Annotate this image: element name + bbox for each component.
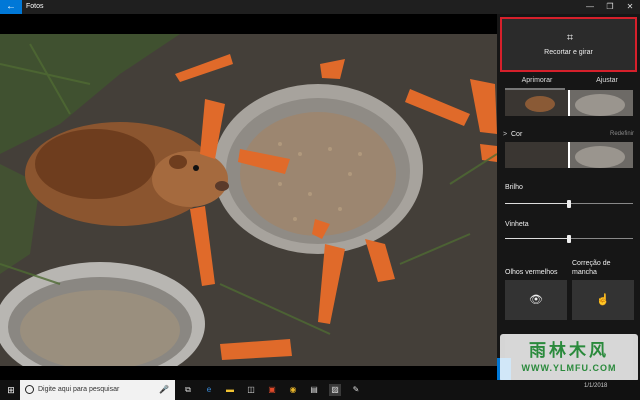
reset-link[interactable]: Redefinir (610, 131, 634, 137)
windows-logo-icon[interactable]: ⊞ (4, 380, 18, 400)
search-icon (25, 385, 34, 394)
crop-rotate-label: Recortar e girar (544, 49, 593, 56)
slider-thumb[interactable] (567, 200, 571, 208)
brightness-slider[interactable] (505, 200, 633, 208)
photo-canvas[interactable] (0, 34, 497, 366)
edge-icon[interactable]: e (203, 384, 215, 396)
red-eye-label: Olhos vermelhos (505, 269, 558, 276)
chevron-right-icon: > (503, 131, 508, 138)
slider-thumb[interactable] (567, 235, 571, 243)
office-icon[interactable]: ▣ (266, 384, 278, 396)
crop-rotate-icon: ⌗ (566, 32, 574, 44)
edit-panel: ⌗ Recortar e girar Aprimorar Ajustar > C… (497, 14, 640, 380)
title-bar: ← Fotos — ❐ ✕ (0, 0, 640, 14)
preview-divider[interactable] (568, 90, 570, 116)
photo-image (0, 34, 497, 366)
eye-icon: 👁 (529, 294, 543, 306)
spot-fix-label: Correção de mancha (572, 260, 611, 276)
search-placeholder: Digite aqui para pesquisar (38, 386, 120, 393)
microphone-icon[interactable]: 🎤 (159, 380, 169, 400)
chrome-icon[interactable]: ◉ (287, 384, 299, 396)
filter-preview[interactable] (505, 90, 633, 116)
crop-rotate-button[interactable]: ⌗ Recortar e girar (500, 17, 637, 72)
photos-icon[interactable]: ▨ (329, 384, 341, 396)
paint-icon[interactable]: ✎ (350, 384, 362, 396)
watermark-url: WWW.YLMFU.COM (521, 363, 617, 373)
vignette-slider[interactable] (505, 235, 633, 243)
color-section-header[interactable]: > Cor Redefinir (503, 131, 634, 141)
app-title: Fotos (26, 3, 44, 10)
touch-hand-icon: ☝ (596, 294, 610, 306)
color-section-label: Cor (511, 131, 523, 138)
red-eye-button[interactable]: 👁 (505, 280, 567, 320)
search-box[interactable]: Digite aqui para pesquisar 🎤 (20, 380, 175, 400)
spot-fix-button[interactable]: ☝ (572, 280, 634, 320)
preview-divider[interactable] (568, 142, 570, 168)
watermark-text: 雨林木风 (529, 341, 609, 361)
vignette-label: Vinheta (505, 221, 529, 228)
taskbar: ⊞ Digite aqui para pesquisar 🎤 ⧉ e ▬ ◫ ▣… (0, 380, 640, 400)
store-icon[interactable]: ◫ (245, 384, 257, 396)
clock[interactable]: 1/1/2018 (584, 383, 607, 389)
color-preview[interactable] (505, 142, 633, 168)
maximize-button[interactable]: ❐ (600, 0, 620, 14)
minimize-button[interactable]: — (580, 0, 600, 14)
file-explorer-icon[interactable]: ▬ (224, 384, 236, 396)
site-watermark: 雨林木风 WWW.YLMFU.COM (500, 334, 638, 382)
back-button[interactable]: ← (0, 0, 22, 14)
sticky-notes-icon[interactable]: ▤ (308, 384, 320, 396)
close-button[interactable]: ✕ (620, 0, 640, 14)
brightness-label: Brilho (505, 184, 523, 191)
task-view-icon[interactable]: ⧉ (182, 384, 194, 396)
